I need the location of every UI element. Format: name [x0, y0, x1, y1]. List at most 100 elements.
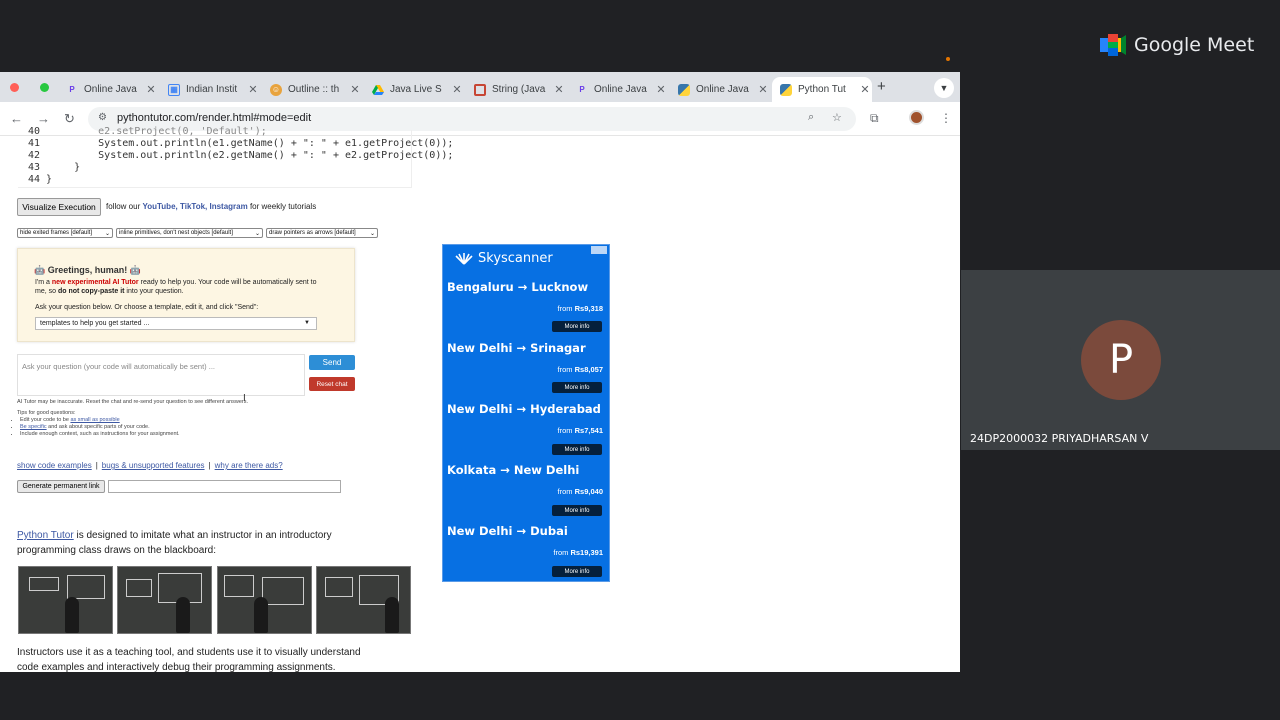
- back-icon[interactable]: ←: [10, 111, 23, 126]
- site-settings-icon[interactable]: ⚙: [98, 112, 107, 123]
- tab-indian-institute[interactable]: ▦ Indian Instit ✕: [160, 77, 260, 102]
- robot-icon: 🤖: [129, 265, 141, 275]
- tab-label: Java Live S: [390, 84, 442, 95]
- menu-kebab-icon[interactable]: ⋮: [940, 111, 952, 125]
- tab-string-java[interactable]: String (Java ✕: [466, 77, 566, 102]
- close-window-button[interactable]: [10, 83, 19, 92]
- show-code-examples-link[interactable]: show code examples: [17, 461, 92, 470]
- from-label: from: [553, 548, 569, 557]
- profile-avatar[interactable]: [909, 110, 924, 125]
- close-icon[interactable]: ✕: [450, 83, 464, 96]
- greeting-text: Greetings, human!: [47, 265, 128, 275]
- bugs-link[interactable]: bugs & unsupported features: [102, 461, 205, 470]
- ai-greeting: 🤖 Greetings, human! 🤖: [34, 265, 141, 276]
- extensions-icon[interactable]: ⧉: [870, 111, 879, 126]
- ask-question-input[interactable]: Ask your question (your code will automa…: [17, 354, 305, 396]
- text: and ask about specific parts of your cod…: [48, 424, 150, 430]
- youtube-link[interactable]: YouTube,: [142, 202, 177, 211]
- oracle-icon: [474, 83, 486, 96]
- close-icon[interactable]: ✕: [858, 83, 872, 96]
- participant-name: 24DP2000032 PRIYADHARSAN V: [970, 432, 1149, 445]
- reset-chat-button[interactable]: Reset chat: [309, 377, 355, 391]
- visualize-execution-button[interactable]: Visualize Execution: [17, 198, 101, 216]
- code-editor[interactable]: 40 e2.setProject(0, 'Default'); 41 Syste…: [18, 126, 453, 188]
- participant-avatar: P: [1081, 320, 1161, 400]
- participant-tile[interactable]: P 24DP2000032 PRIYADHARSAN V: [961, 270, 1280, 450]
- more-info-button[interactable]: More info: [552, 505, 602, 516]
- skyscanner-logo: Skyscanner: [455, 251, 553, 266]
- ad-choices-icon[interactable]: [591, 246, 607, 254]
- bold-text: do not copy-paste it: [57, 288, 125, 295]
- close-icon[interactable]: ✕: [552, 83, 566, 96]
- chevron-down-icon: ▼: [304, 320, 310, 326]
- tab-online-java-1[interactable]: P Online Java ✕: [58, 77, 158, 102]
- tab-outline[interactable]: ☺ Outline :: th ✕: [262, 77, 362, 102]
- tab-java-live[interactable]: Java Live S ✕: [364, 77, 464, 102]
- reload-icon[interactable]: ↻: [64, 111, 75, 127]
- google-meet-logo: Google Meet: [1100, 34, 1254, 56]
- generate-permanent-link-button[interactable]: Generate permanent link: [17, 480, 105, 493]
- new-tab-icon[interactable]: +: [877, 78, 886, 95]
- tab-python-tutor[interactable]: Python Tut ✕: [772, 77, 872, 102]
- tiktok-link[interactable]: TikTok,: [180, 202, 207, 211]
- ai-intro-line-2: me, so do not copy-paste it into your qu…: [35, 288, 184, 295]
- tab-label: Indian Instit: [186, 84, 238, 95]
- tip-link[interactable]: Be specific: [20, 424, 47, 430]
- code-line: }: [50, 162, 81, 173]
- price-value: Rs9,040: [574, 487, 603, 496]
- tab-label: Online Java: [84, 84, 137, 95]
- calendar-icon: ▦: [168, 83, 180, 96]
- primitives-select[interactable]: inline primitives, don't nest objects [d…: [116, 228, 263, 238]
- price-value: Rs8,057: [574, 365, 603, 374]
- close-icon[interactable]: ✕: [348, 83, 362, 96]
- more-info-button[interactable]: More info: [552, 444, 602, 455]
- pointers-select[interactable]: draw pointers as arrows [default] ⌄: [266, 228, 378, 238]
- ad-price: from Rs9,318: [558, 304, 603, 313]
- instagram-link[interactable]: Instagram: [209, 202, 247, 211]
- chevron-down-icon[interactable]: ▼: [934, 78, 954, 98]
- blackboard-photo: [117, 566, 212, 634]
- zoom-icon[interactable]: ⌕: [808, 111, 814, 124]
- recording-dot: [946, 57, 950, 61]
- meet-screen: Google Meet P 24DP2000032 PRIYADHARSAN V…: [0, 0, 1280, 720]
- more-info-button[interactable]: More info: [552, 566, 602, 577]
- ai-instruction: Ask your question below. Or choose a tem…: [35, 304, 259, 311]
- bookmark-star-icon[interactable]: ☆: [832, 111, 842, 124]
- tab-online-java-2[interactable]: P Online Java ✕: [568, 77, 668, 102]
- send-button[interactable]: Send: [309, 355, 355, 370]
- chevron-down-icon: ⌄: [254, 230, 260, 237]
- replit-icon: P: [579, 85, 585, 94]
- python-tutor-link[interactable]: Python Tutor: [17, 530, 74, 541]
- ai-tutor-card: 🤖 Greetings, human! 🤖 I'm a new experime…: [17, 248, 355, 342]
- code-line: System.out.println(e1.getName() + ": " +…: [50, 138, 454, 149]
- tips-list: Edit your code to be as small as possibl…: [0, 417, 180, 438]
- zoom-window-button[interactable]: [40, 83, 49, 92]
- why-ads-link[interactable]: why are there ads?: [215, 461, 283, 470]
- robot-icon: 🤖: [34, 265, 46, 275]
- tip-link[interactable]: as small as possible: [70, 417, 119, 423]
- frames-select[interactable]: hide exited frames [default] ⌄: [17, 228, 113, 238]
- template-select[interactable]: templates to help you get started ... ▼: [35, 317, 317, 330]
- tab-label: Online Java: [696, 84, 749, 95]
- about-paragraph-2: Instructors use it as a teaching tool, a…: [17, 645, 417, 672]
- line-number: 44: [27, 174, 40, 185]
- select-value: draw pointers as arrows [default]: [269, 230, 356, 236]
- close-icon[interactable]: ✕: [246, 83, 260, 96]
- sunrise-icon: [455, 252, 473, 265]
- more-info-button[interactable]: More info: [552, 382, 602, 393]
- close-icon[interactable]: ✕: [654, 83, 668, 96]
- more-info-button[interactable]: More info: [552, 321, 602, 332]
- forward-icon[interactable]: →: [37, 111, 50, 126]
- chevron-down-icon: ⌄: [369, 230, 375, 237]
- close-icon[interactable]: ✕: [756, 83, 770, 96]
- ad-price: from Rs19,391: [553, 548, 603, 557]
- close-icon[interactable]: ✕: [144, 83, 158, 96]
- select-value: hide exited frames [default]: [20, 230, 93, 236]
- skyscanner-ad[interactable]: Skyscanner Bengaluru → Lucknow from Rs9,…: [442, 244, 610, 582]
- about-text: code examples and interactively debug th…: [17, 662, 336, 672]
- text: Edit your code to be: [20, 417, 69, 423]
- follow-text: follow our YouTube, TikTok, Instagram fo…: [106, 202, 316, 211]
- footer-links: show code examples | bugs & unsupported fe…: [17, 461, 283, 470]
- tab-online-java-3[interactable]: Online Java ✕: [670, 77, 770, 102]
- permanent-link-input[interactable]: [108, 480, 341, 493]
